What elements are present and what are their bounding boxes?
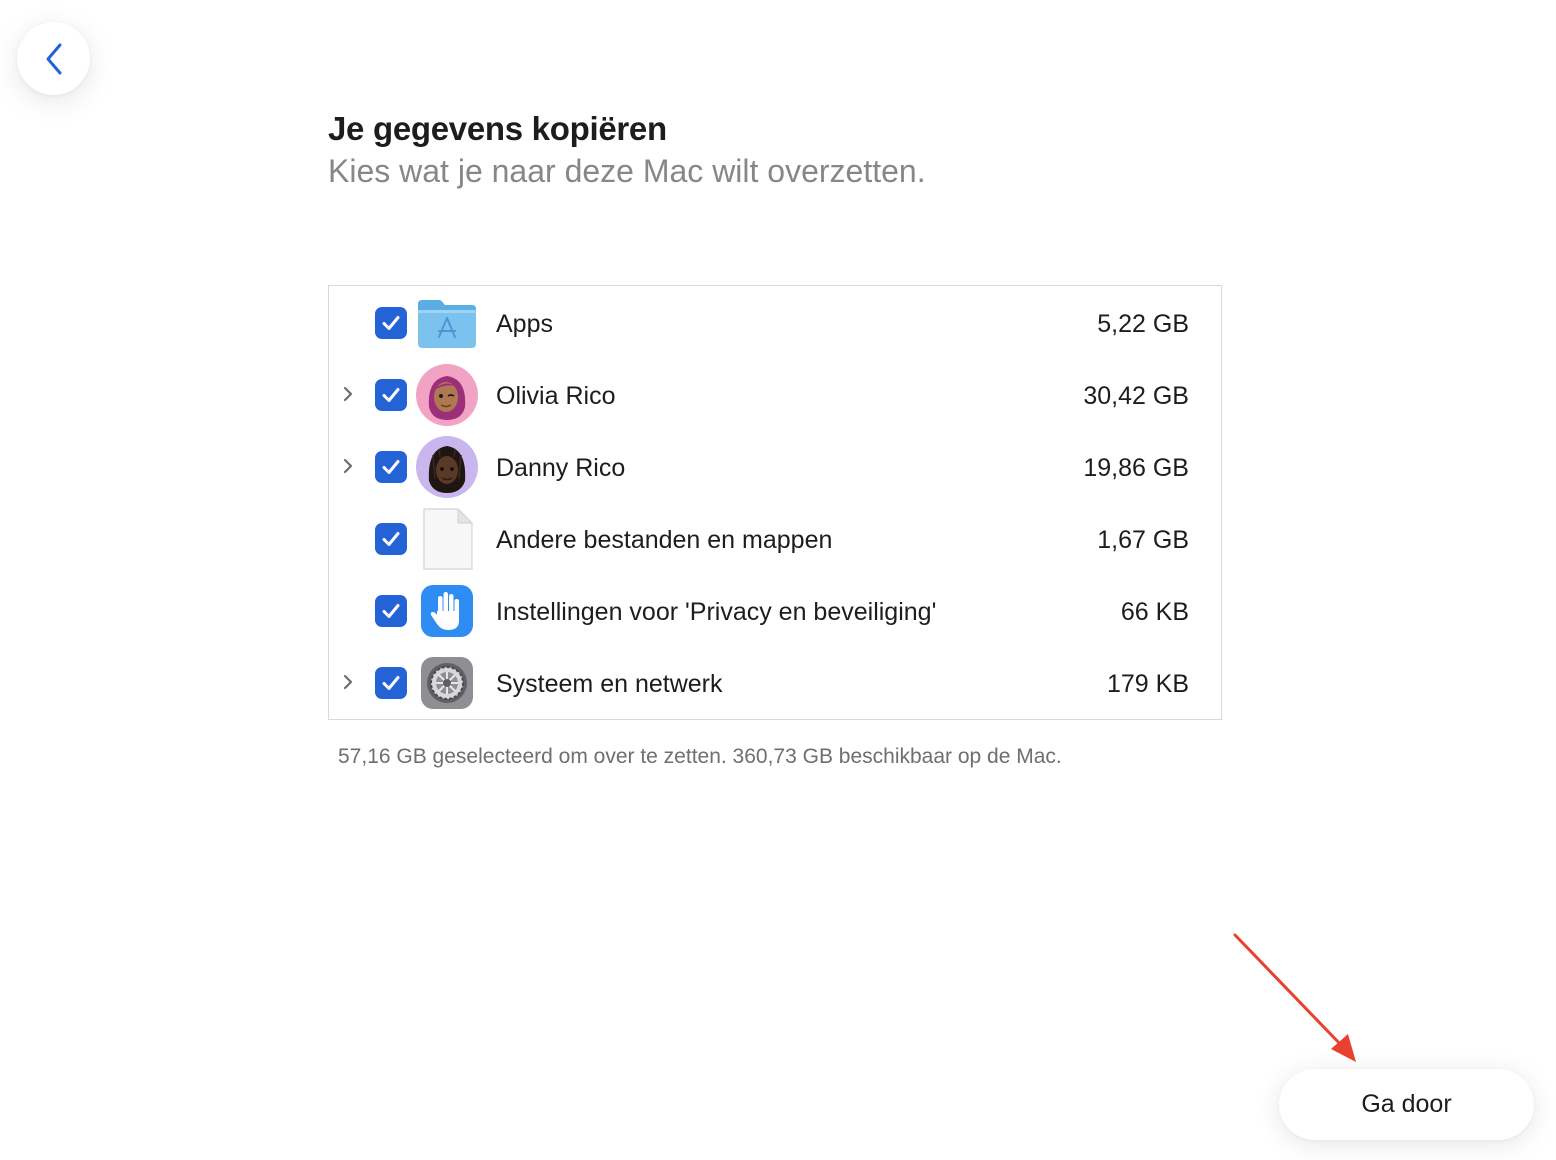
annotation-arrow-icon (1233, 933, 1356, 1062)
list-item-olivia-rico: Olivia Rico 30,42 GB (329, 360, 1221, 432)
danny-rico-label: Danny Rico (496, 454, 626, 482)
list-item-danny-rico: Danny Rico 19,86 GB (329, 432, 1221, 504)
apps-checkbox[interactable] (375, 307, 407, 339)
list-item-other-files: Andere bestanden en mappen 1,67 GB (329, 504, 1221, 576)
list-item-apps: Apps 5,22 GB (329, 288, 1221, 360)
disclosure-chevron-icon[interactable] (339, 384, 357, 404)
checkmark-icon (382, 388, 400, 402)
system-network-size: 179 KB (1106, 670, 1189, 698)
danny-rico-size: 19,86 GB (1083, 454, 1189, 482)
page-title: Je gegevens kopiëren (328, 110, 667, 147)
privacy-hand-icon (421, 585, 473, 637)
privacy-settings-checkbox[interactable] (375, 595, 407, 627)
system-network-label: Systeem en netwerk (496, 670, 723, 698)
list-item-privacy-settings: Instellingen voor 'Privacy en beveiligin… (329, 576, 1221, 648)
transfer-summary: 57,16 GB geselecteerd om over te zetten.… (338, 745, 1062, 768)
checkmark-icon (382, 460, 400, 474)
list-item-system-network: Systeem en netwerk 179 KB (329, 648, 1221, 720)
olivia-rico-label: Olivia Rico (496, 382, 616, 410)
olivia-rico-checkbox[interactable] (375, 379, 407, 411)
apps-size: 5,22 GB (1097, 310, 1189, 338)
checkmark-icon (382, 532, 400, 546)
system-settings-gear-icon (421, 657, 473, 709)
checkmark-icon (382, 316, 400, 330)
system-network-checkbox[interactable] (375, 667, 407, 699)
privacy-settings-size: 66 KB (1120, 598, 1189, 626)
other-files-size: 1,67 GB (1097, 526, 1189, 554)
other-files-checkbox[interactable] (375, 523, 407, 555)
apps-label: Apps (496, 310, 553, 338)
back-button[interactable] (17, 22, 90, 95)
checkmark-icon (382, 604, 400, 618)
applications-folder-icon (418, 300, 476, 348)
disclosure-chevron-icon[interactable] (339, 672, 357, 692)
transfer-item-list: Apps 5,22 GB Olivia Rico 30,42 GB Danny … (328, 285, 1222, 720)
checkmark-icon (382, 676, 400, 690)
olivia-rico-size: 30,42 GB (1083, 382, 1189, 410)
document-icon (423, 508, 473, 570)
danny-rico-checkbox[interactable] (375, 451, 407, 483)
continue-button[interactable]: Ga door (1279, 1069, 1534, 1140)
chevron-left-icon (46, 43, 61, 74)
page-subtitle: Kies wat je naar deze Mac wilt overzette… (328, 153, 926, 189)
user-avatar-icon (416, 364, 478, 426)
disclosure-chevron-icon[interactable] (339, 456, 357, 476)
user-avatar-icon (416, 436, 478, 498)
other-files-label: Andere bestanden en mappen (496, 526, 833, 554)
privacy-settings-label: Instellingen voor 'Privacy en beveiligin… (496, 598, 937, 626)
